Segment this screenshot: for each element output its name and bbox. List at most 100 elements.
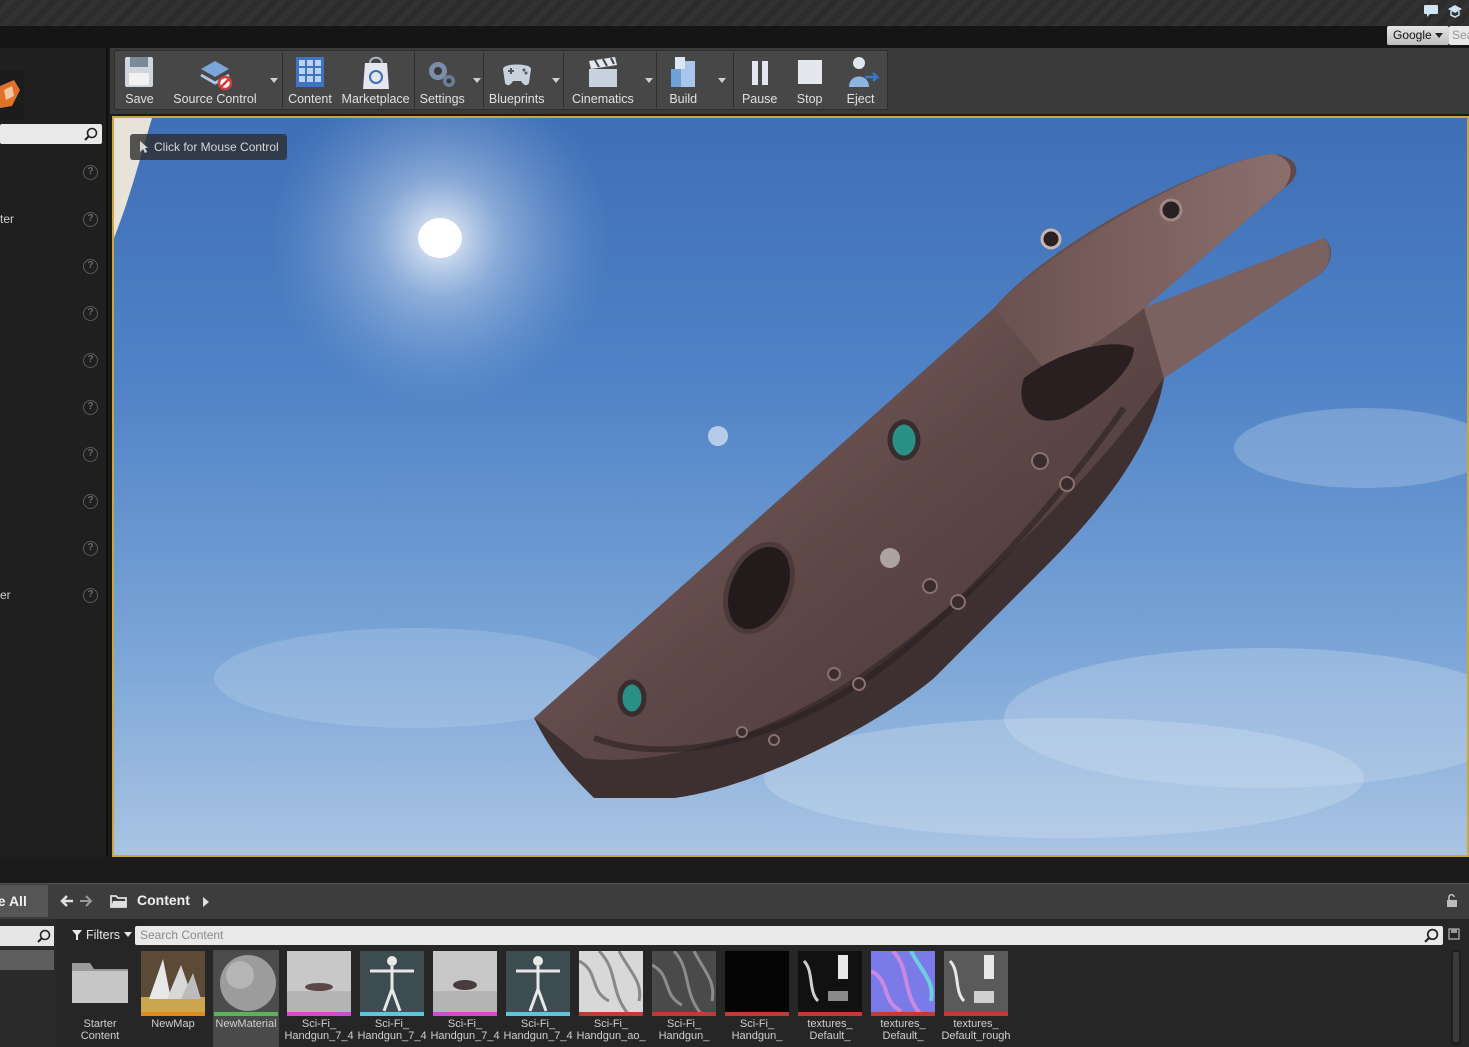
chevron-right-icon[interactable] [203,897,209,907]
help-icon[interactable]: ? [83,306,98,321]
save-search-icon[interactable] [1448,928,1460,940]
asset-tile[interactable]: NewMap [140,950,206,1047]
asset-thumbnail [214,951,278,1015]
place-item[interactable]: ? [0,303,104,325]
cinematics-button[interactable]: Cinematics [564,51,642,109]
main-toolbar: Save Source Control Content Marketplace … [114,50,888,110]
build-button[interactable]: Build [657,51,710,109]
place-item[interactable]: ? [0,397,104,419]
asset-name: Sci-Fi_ Handgun_7_4 [284,1018,354,1042]
place-item[interactable]: ? [0,538,104,560]
help-icon[interactable]: ? [83,212,98,227]
unlock-icon[interactable] [1446,894,1458,908]
folder-search-input[interactable] [0,926,54,946]
graduation-cap-icon[interactable] [1447,4,1463,18]
asset-tile[interactable]: textures_ Default_ [797,950,863,1047]
map-icon [141,951,205,1015]
content-label: Content [288,92,332,106]
asset-scrollbar[interactable] [1451,950,1461,1045]
cinematics-dropdown[interactable] [642,51,656,109]
asset-tile[interactable]: Sci-Fi_ Handgun_ [651,950,717,1047]
asset-tile[interactable]: Sci-Fi_ Handgun_7_4 [503,950,573,1047]
asset-thumbnail [798,951,862,1015]
stop-button[interactable]: Stop [785,51,834,109]
blueprints-dropdown[interactable] [549,51,563,109]
folder-open-icon [110,895,127,908]
asset-tile[interactable]: textures_ Default_ [870,950,936,1047]
asset-tile[interactable]: textures_ Default_rough [941,950,1011,1047]
chat-icon[interactable] [1423,4,1439,18]
asset-tile[interactable]: Sci-Fi_ Handgun_7_4 [430,950,500,1047]
asset-name: Sci-Fi_ Handgun_7_4 [503,1018,573,1042]
asset-type-bar [579,1012,643,1016]
skeleton-icon [360,951,424,1015]
help-icon[interactable]: ? [83,400,98,415]
place-item-label: ter [0,212,15,226]
pause-label: Pause [741,92,778,106]
asset-tile[interactable]: Sci-Fi_ Handgun_ao_ [576,950,646,1047]
asset-tile[interactable]: Sci-Fi_ Handgun_7_4 [284,950,354,1047]
asset-tile[interactable]: NewMaterial [213,950,279,1047]
folder-tree-item-selected[interactable] [0,950,54,970]
level-viewport[interactable]: Click for Mouse Control [112,116,1469,857]
blueprints-label: Blueprints [488,92,545,106]
help-icon[interactable]: ? [83,353,98,368]
help-icon[interactable]: ? [83,447,98,462]
marketplace-button[interactable]: Marketplace [337,51,413,109]
pause-button[interactable]: Pause [734,51,785,109]
filters-label: Filters [86,928,121,942]
asset-type-bar [360,1012,424,1016]
asset-thumbnail [287,951,351,1015]
back-arrow-icon[interactable] [60,894,74,908]
source-control-button[interactable]: Source Control [164,51,266,109]
place-item[interactable]: ? [0,350,104,372]
help-icon[interactable]: ? [83,541,98,556]
asset-search-input[interactable]: Search Content [135,926,1443,945]
asset-type-bar [944,1012,1008,1016]
asset-type-bar [287,1012,351,1016]
filters-button[interactable]: Filters [66,924,138,946]
content-grid-icon [295,57,324,87]
settings-dropdown[interactable] [470,51,484,109]
eject-button[interactable]: Eject [834,51,887,109]
blueprints-button[interactable]: Blueprints [484,51,549,109]
place-item[interactable]: ? [0,491,104,513]
save-all-button[interactable]: ve All [0,885,48,917]
mouse-control-hint[interactable]: Click for Mouse Control [130,134,287,160]
settings-button[interactable]: Settings [415,51,470,109]
build-dropdown[interactable] [710,51,734,109]
asset-tile[interactable]: Sci-Fi_ Handgun_7_4 [357,950,427,1047]
cursor-arrow-icon [140,141,148,153]
asset-tile[interactable]: Sci-Fi_ Handgun_ [724,950,790,1047]
help-icon[interactable]: ? [83,165,98,180]
place-item[interactable]: ? [0,444,104,466]
asset-name: Starter Content [80,1018,120,1042]
place-item[interactable]: ter? [0,209,104,231]
viewport-scene [114,118,1467,838]
place-item[interactable]: er? [0,585,104,607]
breadcrumb-content[interactable]: Content [137,892,190,908]
scrollbar-thumb[interactable] [1453,952,1459,1042]
place-item[interactable]: ? [0,162,104,184]
asset-thumbnail [871,951,935,1015]
forward-arrow-icon[interactable] [79,894,93,908]
help-icon[interactable]: ? [83,259,98,274]
place-item[interactable]: ? [0,256,104,278]
panel-divider [0,857,1469,883]
help-search-input[interactable]: Sea [1449,26,1469,45]
mode-thumbnail[interactable] [0,70,24,120]
help-icon[interactable]: ? [83,494,98,509]
help-icon[interactable]: ? [83,588,98,603]
source-control-dropdown[interactable] [266,51,282,109]
search-provider-dropdown[interactable]: Google [1387,26,1449,45]
chevron-down-icon [1434,33,1443,38]
content-button[interactable]: Content [283,51,338,109]
asset-name: NewMaterial [215,1018,277,1030]
clapperboard-icon [588,57,617,87]
folder-icon [68,951,132,1015]
shopping-bag-icon [362,56,389,89]
asset-tile[interactable]: Starter Content [67,950,133,1047]
content-browser-header [0,883,1469,919]
save-button[interactable]: Save [115,51,164,109]
place-search-input[interactable] [0,124,102,144]
